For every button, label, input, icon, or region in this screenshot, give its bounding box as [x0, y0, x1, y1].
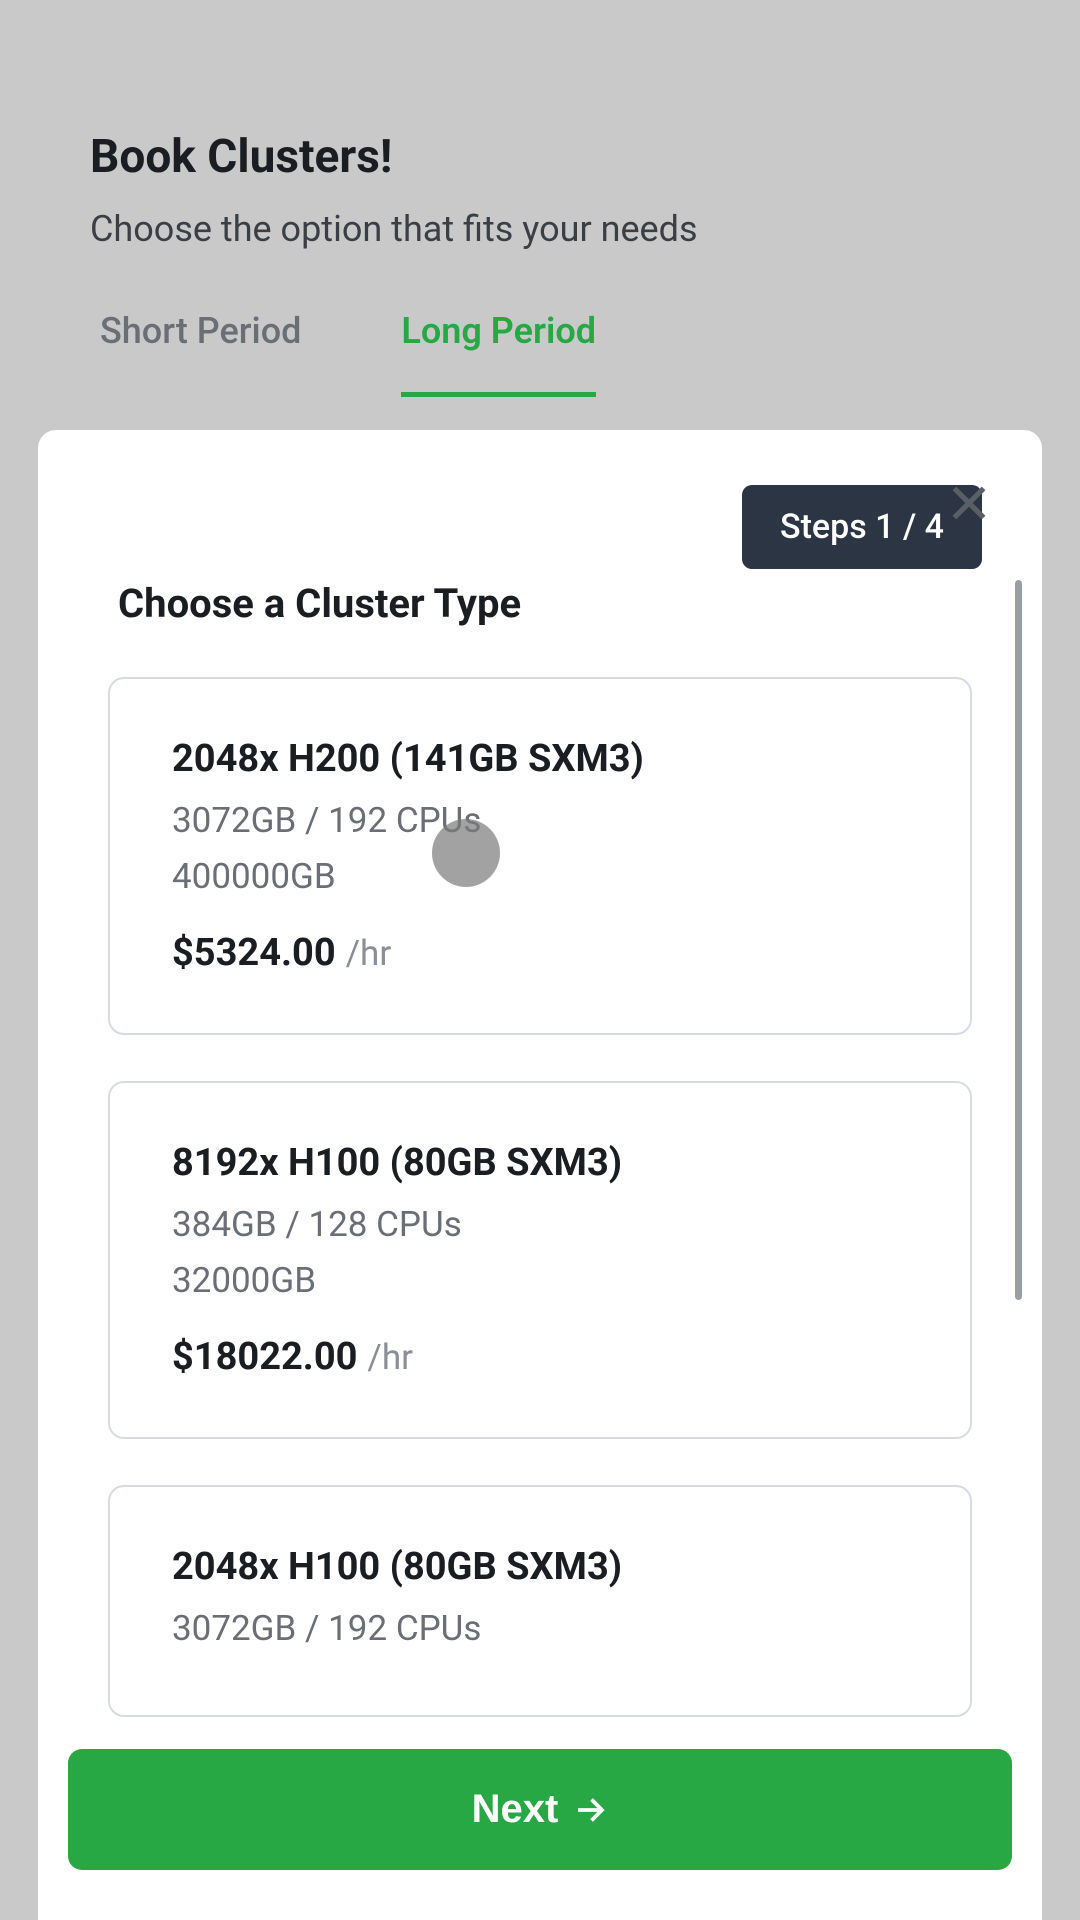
option-spec: 32000GB — [172, 1253, 908, 1309]
tab-long-period[interactable]: Long Period — [401, 310, 596, 397]
option-title: 2048x H200 (141GB SXM3) — [172, 737, 908, 781]
option-price-row: $18022.00 /hr — [172, 1335, 908, 1379]
next-button[interactable]: Next — [68, 1749, 1012, 1870]
option-price-unit: /hr — [367, 1337, 413, 1378]
scrollbar-thumb[interactable] — [1015, 580, 1022, 1300]
option-spec: 384GB / 128 CPUs — [172, 1197, 908, 1253]
page-title: Book Clusters! — [90, 130, 990, 184]
option-title: 8192x H100 (80GB SXM3) — [172, 1141, 908, 1185]
option-title: 2048x H100 (80GB SXM3) — [172, 1545, 908, 1589]
page-subtitle: Choose the option that fits your needs — [90, 208, 990, 250]
panel-footer: Next — [38, 1725, 1042, 1920]
cluster-option[interactable]: 2048x H100 (80GB SXM3) 3072GB / 192 CPUs — [108, 1485, 972, 1717]
booking-panel: Steps 1 / 4 Choose a Cluster Type 2048x … — [38, 430, 1042, 1920]
header: Book Clusters! Choose the option that fi… — [0, 0, 1080, 280]
option-price-row: $5324.00 /hr — [172, 931, 908, 975]
tabs: Short Period Long Period — [0, 280, 1080, 397]
arrow-right-icon — [572, 1792, 608, 1828]
options-list: 2048x H200 (141GB SXM3) 3072GB / 192 CPU… — [108, 677, 972, 1717]
option-spec: 400000GB — [172, 849, 908, 905]
option-spec: 3072GB / 192 CPUs — [172, 793, 908, 849]
close-button[interactable] — [944, 478, 994, 532]
panel-body: Choose a Cluster Type 2048x H200 (141GB … — [38, 580, 1042, 1725]
option-price: $18022.00 — [172, 1335, 357, 1379]
close-icon — [944, 478, 994, 528]
tab-short-period[interactable]: Short Period — [100, 310, 301, 397]
option-price: $5324.00 — [172, 931, 336, 975]
option-spec: 3072GB / 192 CPUs — [172, 1601, 908, 1657]
cluster-option[interactable]: 2048x H200 (141GB SXM3) 3072GB / 192 CPU… — [108, 677, 972, 1035]
cluster-option[interactable]: 8192x H100 (80GB SXM3) 384GB / 128 CPUs … — [108, 1081, 972, 1439]
panel-header: Steps 1 / 4 — [38, 430, 1042, 580]
option-price-unit: /hr — [346, 933, 392, 974]
section-title: Choose a Cluster Type — [108, 580, 972, 627]
scroll-area[interactable]: Choose a Cluster Type 2048x H200 (141GB … — [38, 580, 1042, 1725]
next-button-label: Next — [472, 1787, 559, 1832]
